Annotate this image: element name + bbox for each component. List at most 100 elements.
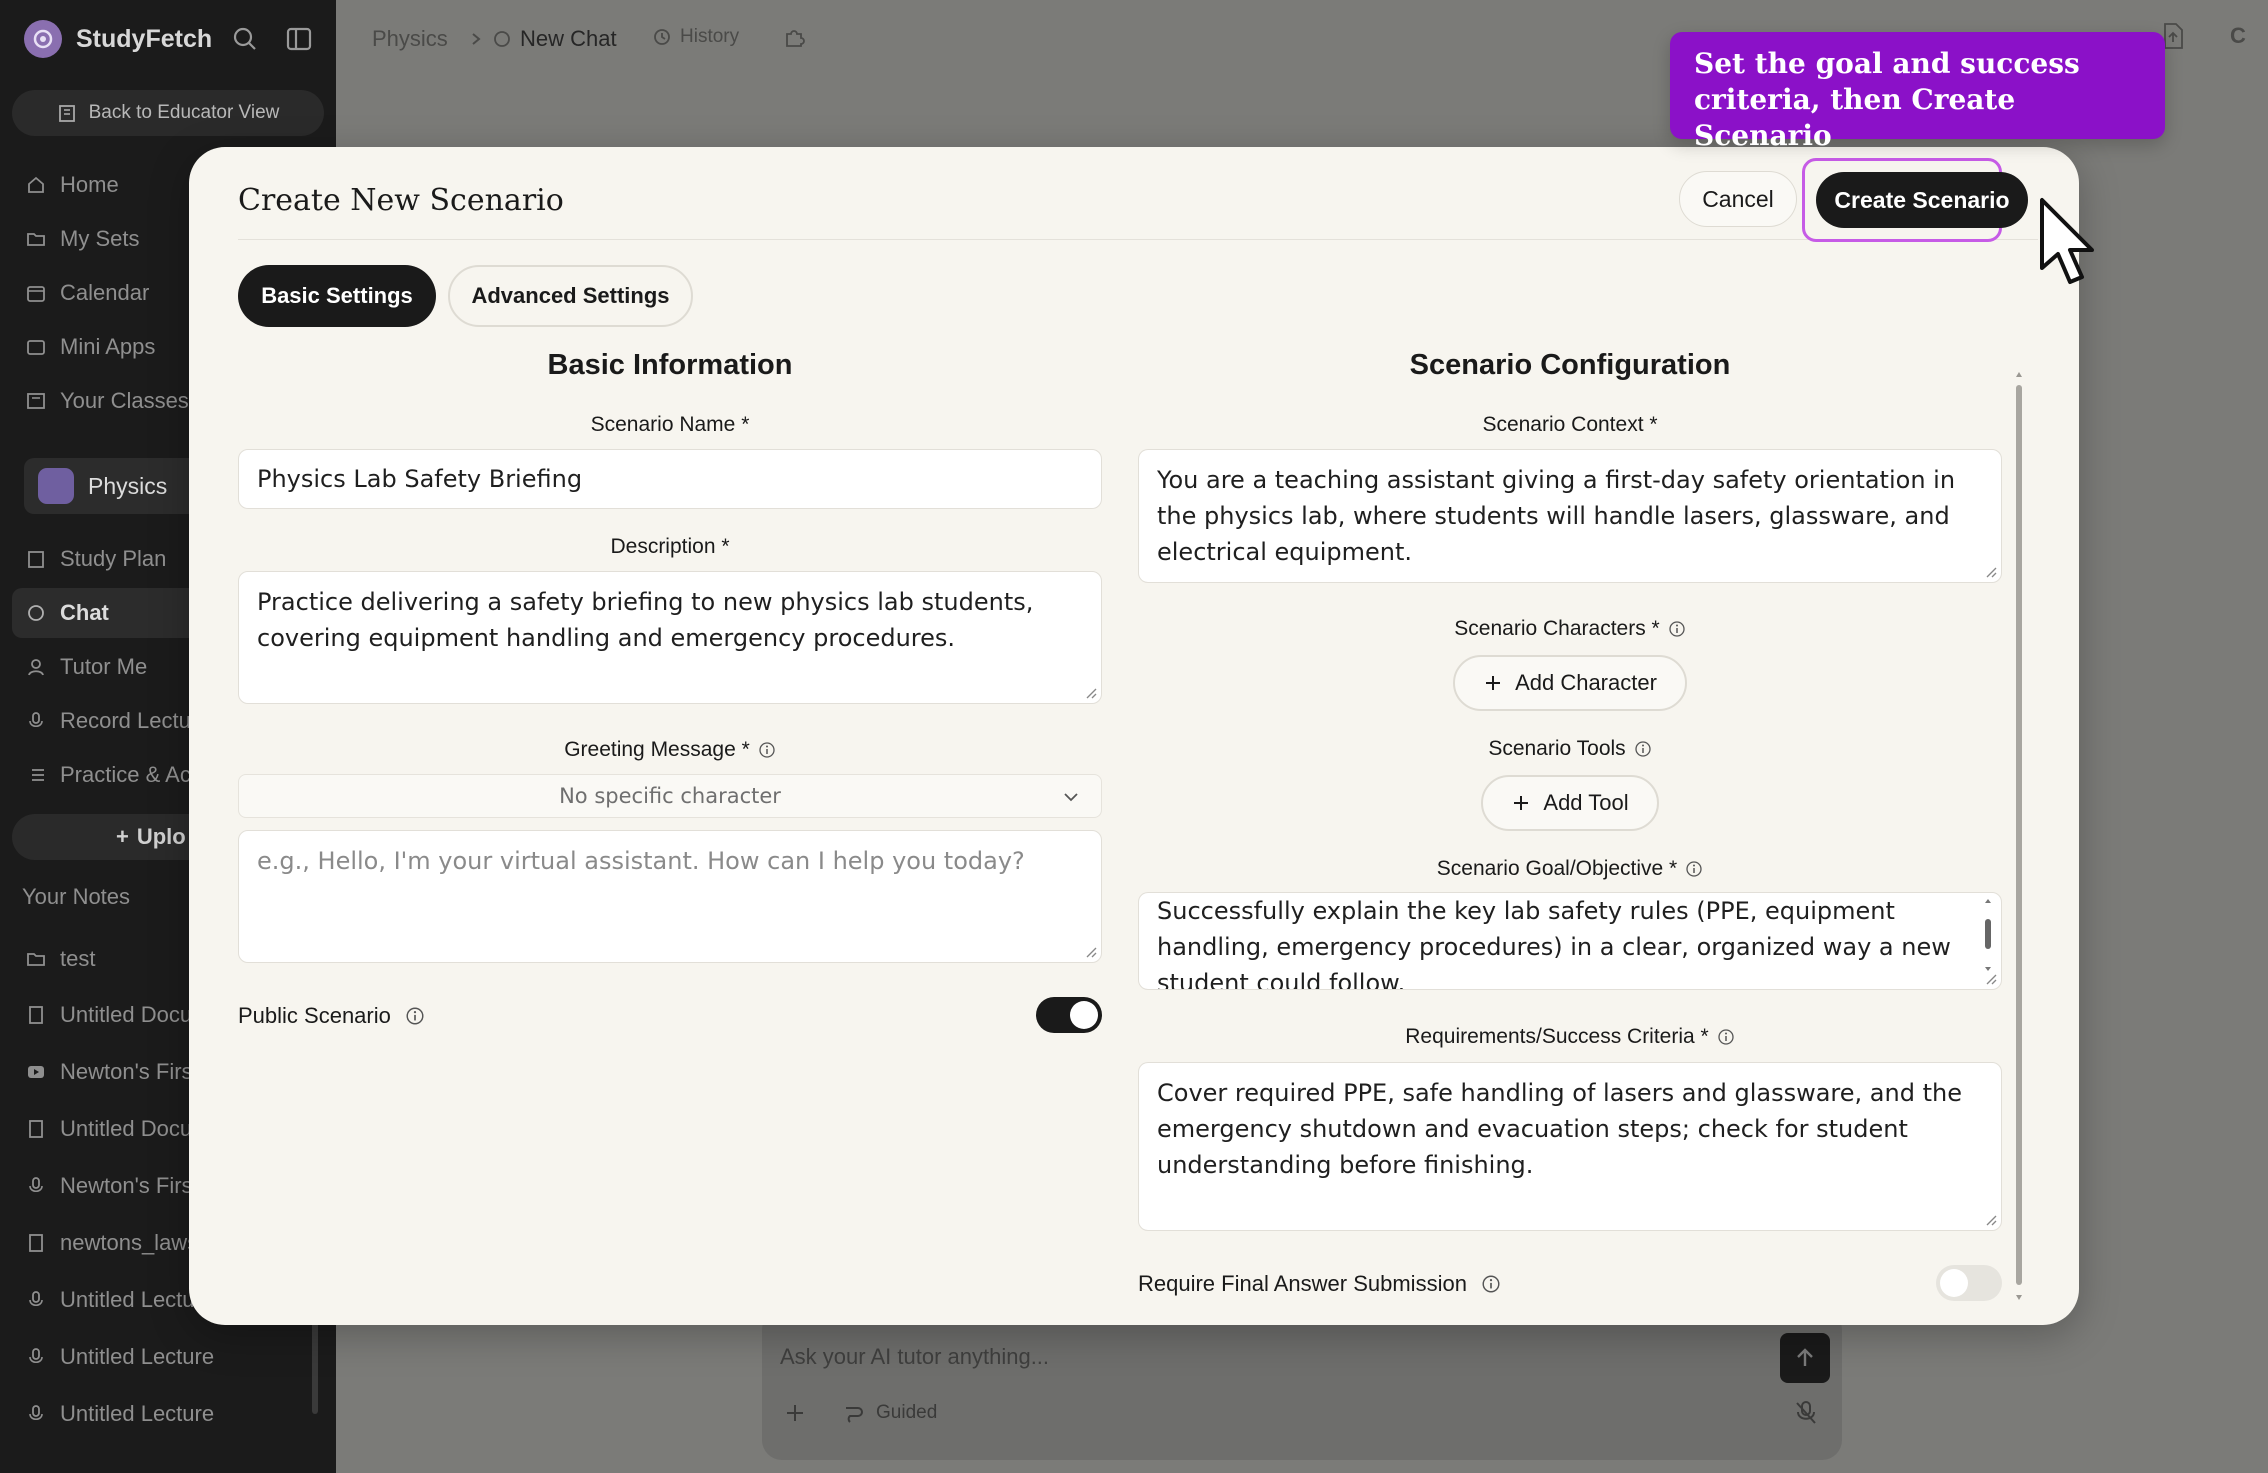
brand-logo-icon [24, 20, 62, 58]
history-button[interactable]: History [652, 26, 739, 48]
scenario-tools-label-text: Scenario Tools [1488, 737, 1626, 760]
chat-input[interactable]: Ask your AI tutor anything... [780, 1344, 1049, 1370]
home-icon [28, 176, 44, 193]
sidebar-item-label: Study Plan [60, 546, 167, 571]
description-value: Practice delivering a safety briefing to… [257, 588, 1034, 652]
plus-icon [787, 1405, 803, 1421]
scenario-goal-label: Scenario Goal/Objective * [1138, 857, 2002, 881]
chat-icon [28, 605, 44, 621]
search-icon[interactable] [230, 24, 260, 54]
info-icon[interactable] [758, 741, 776, 759]
scenario-characters-label-text: Scenario Characters * [1454, 617, 1660, 640]
description-textarea[interactable]: Practice delivering a safety briefing to… [238, 571, 1102, 704]
info-icon[interactable] [1668, 620, 1686, 638]
basic-information-title: Basic Information [547, 349, 793, 381]
breadcrumb-root[interactable]: Physics [372, 26, 448, 52]
scenario-characters-label: Scenario Characters * [1138, 617, 2002, 641]
history-icon [654, 29, 670, 45]
toggle-knob [1070, 1001, 1098, 1029]
config-scrollbar[interactable] [2014, 369, 2024, 1303]
tutor-icon [28, 659, 44, 676]
scenario-goal-textarea[interactable]: Successfully explain the key lab safety … [1138, 892, 2002, 990]
note-label: Untitled Docu [60, 1002, 193, 1027]
plus-icon [1514, 796, 1529, 810]
brand[interactable]: StudyFetch [24, 20, 212, 58]
modal-divider [238, 239, 2038, 240]
classes-icon [27, 393, 45, 409]
avatar-letter: C [2230, 23, 2246, 48]
greeting-character-select[interactable]: No specific character [238, 774, 1102, 818]
back-label: Back to Educator View [88, 102, 280, 123]
toggle-knob [1940, 1269, 1968, 1297]
scenario-configuration-title: Scenario Configuration [1409, 349, 1731, 381]
send-button[interactable] [1780, 1333, 1830, 1383]
add-character-button[interactable]: Add Character [1453, 655, 1687, 711]
tab-advanced-settings[interactable]: Advanced Settings [448, 265, 693, 327]
info-icon[interactable] [1717, 1028, 1735, 1046]
scenario-name-input[interactable]: Physics Lab Safety Briefing [238, 449, 1102, 509]
requirements-value: Cover required PPE, safe handling of las… [1157, 1079, 1962, 1179]
final-answer-toggle[interactable] [1936, 1265, 2002, 1301]
new-chat-tab[interactable]: New Chat [492, 26, 617, 52]
mouse-cursor-icon [2038, 196, 2102, 291]
guided-toggle[interactable]: Guided [787, 1402, 938, 1424]
note-label: test [60, 946, 96, 971]
microphone-icon [29, 712, 43, 728]
greeting-placeholder: e.g., Hello, I'm your virtual assistant.… [257, 847, 1025, 875]
chat-input-box [762, 1310, 1842, 1460]
chat-bubble-icon [494, 31, 510, 47]
resize-handle-icon[interactable] [1985, 1214, 1997, 1226]
cancel-button[interactable]: Cancel [1679, 171, 1797, 227]
microphone-icon [29, 1291, 43, 1307]
public-scenario-row: Public Scenario [238, 1003, 425, 1029]
scenario-name-label-text: Scenario Name * [590, 413, 750, 436]
calendar-icon [27, 286, 45, 302]
document-icon [29, 1006, 43, 1024]
public-scenario-toggle[interactable] [1036, 997, 1102, 1033]
sidebar-item-label: Your Classes [60, 388, 189, 413]
notes-title: Your Notes [22, 884, 131, 909]
scenario-name-label: Scenario Name * [238, 413, 1102, 437]
document-icon [29, 1120, 43, 1138]
add-tool-button[interactable]: Add Tool [1481, 775, 1659, 831]
requirements-label: Requirements/Success Criteria * [1138, 1025, 2002, 1049]
history-label: History [680, 26, 740, 47]
scenario-tools-label: Scenario Tools [1138, 737, 2002, 761]
sidebar-toggle-icon[interactable] [284, 24, 314, 54]
info-icon[interactable] [405, 1006, 425, 1026]
list-icon [32, 769, 44, 781]
plus-icon [1486, 676, 1501, 690]
guided-label: Guided [876, 1402, 938, 1423]
note-item[interactable]: Untitled Lecture [0, 1389, 336, 1439]
sidebar-item-label: Practice & Ac [60, 762, 191, 787]
folder-icon [27, 233, 45, 246]
resize-handle-icon[interactable] [1085, 687, 1097, 699]
goal-scrollbar[interactable] [1983, 897, 1993, 981]
resize-handle-icon[interactable] [1985, 566, 1997, 578]
puzzle-icon[interactable] [782, 26, 806, 50]
greeting-message-textarea[interactable]: e.g., Hello, I'm your virtual assistant.… [238, 830, 1102, 963]
breadcrumb: Physics [372, 26, 484, 52]
info-icon[interactable] [1634, 740, 1652, 758]
sidebar-item-label: Record Lectu [60, 708, 191, 733]
requirements-textarea[interactable]: Cover required PPE, safe handling of las… [1138, 1062, 2002, 1231]
note-label: Untitled Lectu [60, 1287, 195, 1312]
final-answer-row: Require Final Answer Submission [1138, 1271, 1501, 1297]
resize-handle-icon[interactable] [1085, 946, 1097, 958]
upload-label: Uplo [136, 824, 186, 849]
requirements-label-text: Requirements/Success Criteria * [1405, 1025, 1709, 1048]
mic-off-icon[interactable] [1794, 1400, 1818, 1426]
scenario-context-textarea[interactable]: You are a teaching assistant giving a fi… [1138, 449, 2002, 583]
chevron-right-icon [472, 33, 481, 45]
info-icon[interactable] [1685, 860, 1703, 878]
video-icon [28, 1066, 44, 1078]
back-to-educator-button[interactable]: Back to Educator View [12, 90, 324, 136]
create-scenario-button[interactable]: Create Scenario [1816, 172, 2028, 228]
note-label: Untitled Lecture [60, 1401, 215, 1426]
tab-basic-settings[interactable]: Basic Settings [238, 265, 436, 327]
resize-handle-icon[interactable] [1985, 973, 1997, 985]
scroll-thumb[interactable] [2016, 385, 2022, 1285]
avatar[interactable]: C [2220, 18, 2256, 54]
info-icon[interactable] [1481, 1274, 1501, 1294]
note-item[interactable]: Untitled Lecture [0, 1332, 336, 1382]
